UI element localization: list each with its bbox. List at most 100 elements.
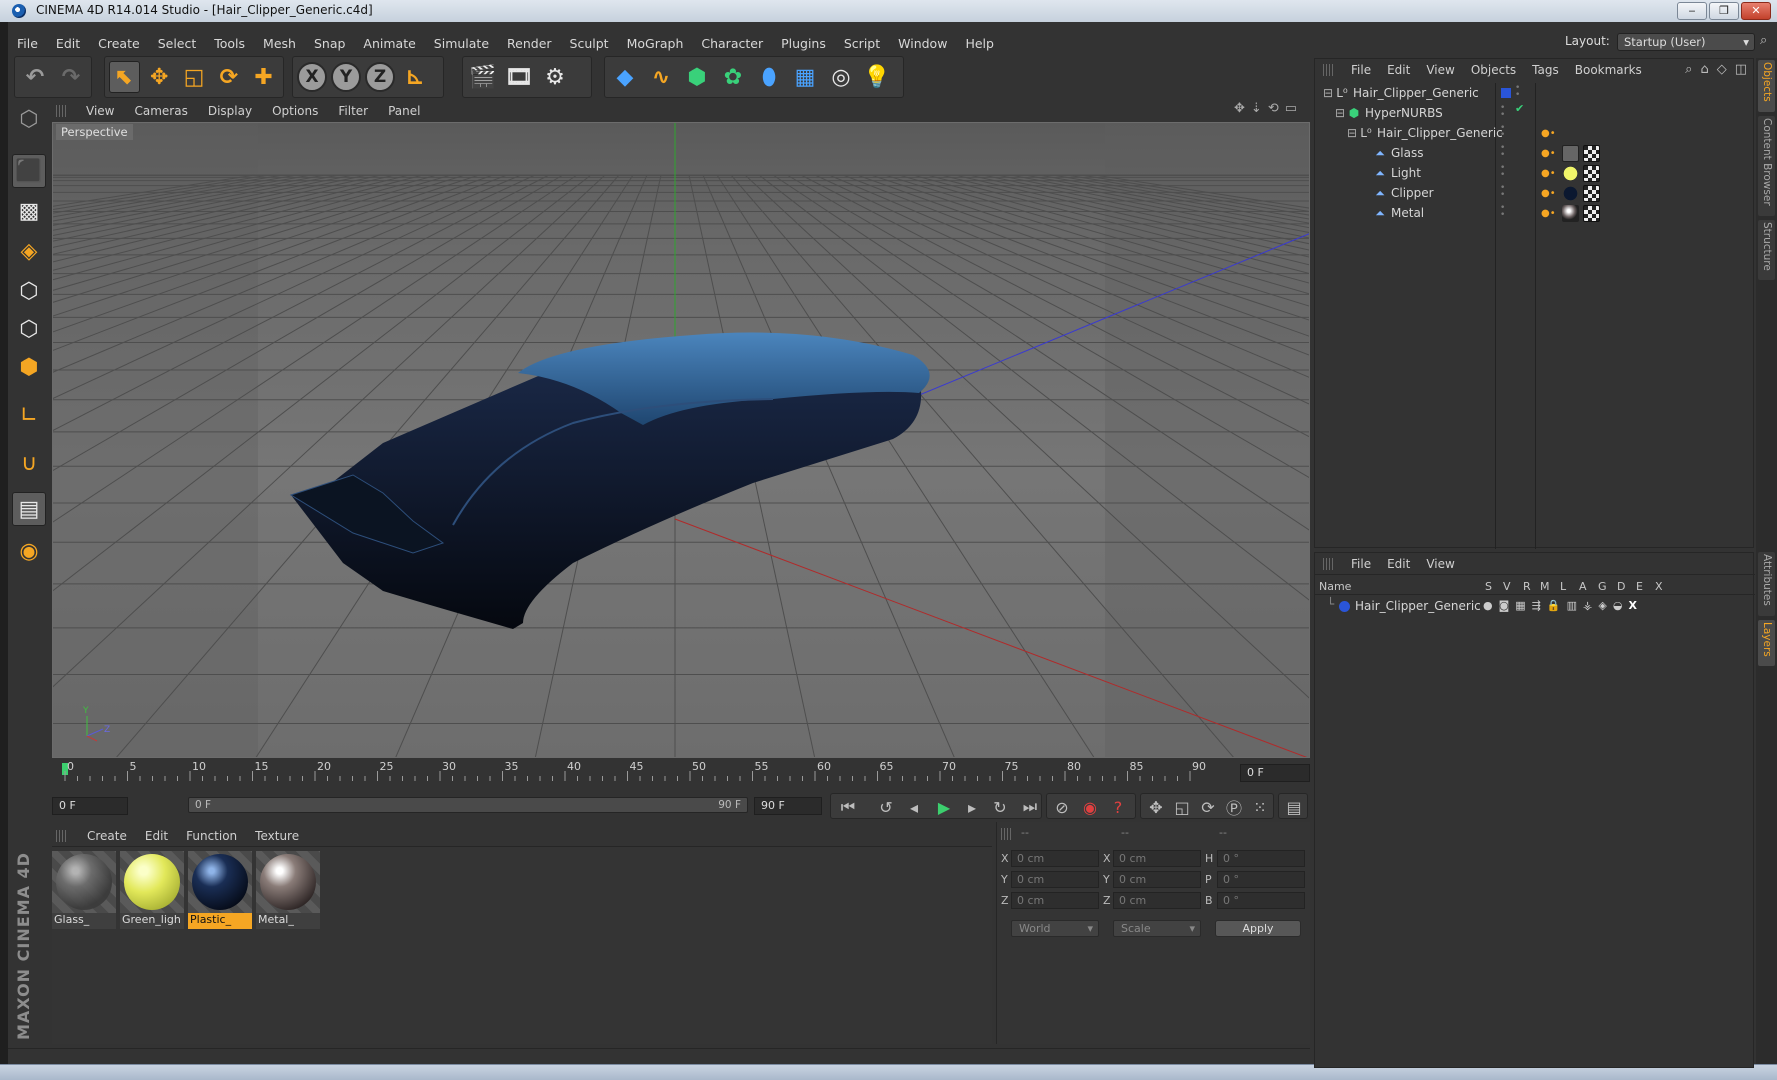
timeline-ruler[interactable]: 0 5 10 15 20 25 30 35 40 45 50 55 60 65 70 75 80 85 90 <box>52 759 1310 787</box>
animation-icon[interactable]: ▥ <box>1567 599 1577 612</box>
go-to-start-icon[interactable]: ⏮ <box>835 795 861 819</box>
deformers-icon[interactable]: ◈ <box>1598 599 1606 612</box>
orbit-icon[interactable]: ⟲ <box>1268 101 1279 119</box>
render-settings-icon[interactable]: ⚙ <box>539 61 571 93</box>
viewport-menu-cameras[interactable]: Cameras <box>124 104 197 118</box>
pan-icon[interactable]: ✥ <box>1234 101 1245 119</box>
z-axis-lock-button[interactable]: Z <box>365 62 395 92</box>
visibility-dots[interactable]: • • <box>1500 184 1514 201</box>
render-view-icon[interactable]: 🎬 <box>467 61 499 93</box>
keyframe-selection-icon[interactable]: ⊘ <box>1049 795 1075 819</box>
layers-menu-file[interactable]: File <box>1343 557 1379 571</box>
layers-menu-view[interactable]: View <box>1418 557 1462 571</box>
collapse-icon[interactable]: ⊟ <box>1321 86 1335 100</box>
material-menu-create[interactable]: Create <box>78 829 136 843</box>
menu-simulate[interactable]: Simulate <box>425 36 498 51</box>
menu-render[interactable]: Render <box>498 36 561 51</box>
rotate-icon[interactable]: ⟳ <box>213 61 244 93</box>
axis-mode-icon[interactable]: ∟ <box>12 398 46 432</box>
phong-tag-icon[interactable]: ●• <box>1541 185 1558 202</box>
menu-sculpt[interactable]: Sculpt <box>561 36 618 51</box>
visibility-dots[interactable]: • • <box>1500 164 1514 181</box>
scale-track-icon[interactable]: ◱ <box>1169 795 1195 819</box>
position-track-icon[interactable]: ✥ <box>1143 795 1169 819</box>
size-y-field[interactable]: 0 cm <box>1113 871 1201 888</box>
glass-material-tag-icon[interactable] <box>1562 145 1579 162</box>
apply-button[interactable]: Apply <box>1215 920 1301 937</box>
x-axis-lock-button[interactable]: X <box>297 62 327 92</box>
home-icon[interactable]: ⌂ <box>1700 62 1708 77</box>
lock-workplane-icon[interactable]: ▤ <box>12 492 46 526</box>
rotation-b-field[interactable]: 0 ° <box>1217 892 1305 909</box>
redo-icon[interactable]: ↷ <box>55 61 87 93</box>
undo-icon[interactable]: ↶ <box>19 61 51 93</box>
viewport-menu-panel[interactable]: Panel <box>378 104 430 118</box>
visibility-dots[interactable]: • • <box>1500 204 1514 221</box>
menu-file[interactable]: File <box>8 36 47 51</box>
rotation-track-icon[interactable]: ⟳ <box>1195 795 1221 819</box>
zoom-icon[interactable]: ⇣ <box>1251 101 1262 119</box>
collapse-icon[interactable]: ⊟ <box>1333 106 1347 120</box>
column-e[interactable]: E <box>1636 580 1643 593</box>
tab-structure[interactable]: Structure <box>1758 220 1775 280</box>
go-to-end-icon[interactable]: ⏭ <box>1017 795 1043 819</box>
size-mode-dropdown[interactable]: Scale ▾ <box>1113 920 1201 937</box>
material-green-light[interactable]: Green_ligh <box>120 851 184 929</box>
render-picture-viewer-icon[interactable]: 🎞 <box>503 61 535 93</box>
panel-grip-icon[interactable] <box>56 830 66 842</box>
texture-tag-icon[interactable] <box>1583 165 1600 182</box>
viewport-menu-display[interactable]: Display <box>198 104 262 118</box>
position-x-field[interactable]: 0 cm <box>1011 850 1099 867</box>
visibility-dots[interactable]: • • <box>1515 84 1529 101</box>
objects-menu-objects[interactable]: Objects <box>1463 63 1524 77</box>
tab-content-browser[interactable]: Content Browser <box>1758 116 1775 216</box>
phong-tag-icon[interactable]: ●• <box>1541 205 1558 222</box>
menu-tools[interactable]: Tools <box>205 36 254 51</box>
column-a[interactable]: A <box>1579 580 1587 593</box>
expressions-icon[interactable]: ◒ <box>1613 599 1623 612</box>
menu-script[interactable]: Script <box>835 36 889 51</box>
panel-grip-icon[interactable] <box>56 105 66 117</box>
material-menu-texture[interactable]: Texture <box>246 829 308 843</box>
texture-tag-icon[interactable] <box>1583 205 1600 222</box>
deformer-icon[interactable]: ⬮ <box>753 61 785 93</box>
layers-menu-edit[interactable]: Edit <box>1379 557 1418 571</box>
metal-material-tag-icon[interactable] <box>1562 205 1579 222</box>
scale-icon[interactable]: ◱ <box>179 61 210 93</box>
search-icon[interactable]: ⌕ <box>1685 62 1692 77</box>
tab-layers[interactable]: Layers <box>1758 620 1775 666</box>
material-menu-edit[interactable]: Edit <box>136 829 177 843</box>
column-r[interactable]: R <box>1523 580 1531 593</box>
layer-color-swatch[interactable] <box>1339 601 1350 612</box>
tweak-icon[interactable]: ◉ <box>12 534 46 568</box>
phong-tag-icon[interactable]: ●• <box>1541 145 1558 162</box>
rotation-p-field[interactable]: 0 ° <box>1217 871 1305 888</box>
column-x[interactable]: X <box>1655 580 1663 593</box>
lock-icon[interactable]: 🔒 <box>1547 599 1561 612</box>
size-z-field[interactable]: 0 cm <box>1113 892 1201 909</box>
tab-objects[interactable]: Objects <box>1758 60 1775 112</box>
parameter-track-icon[interactable]: Ⓟ <box>1221 795 1247 819</box>
minimize-button[interactable]: ‒ <box>1677 2 1707 20</box>
edges-mode-icon[interactable]: ⬡ <box>12 312 46 346</box>
visibility-dots[interactable]: • • <box>1500 144 1514 161</box>
solo-icon[interactable]: ● <box>1483 599 1493 612</box>
size-x-field[interactable]: 0 cm <box>1113 850 1201 867</box>
objects-menu-edit[interactable]: Edit <box>1379 63 1418 77</box>
viewport-menu-view[interactable]: View <box>76 104 124 118</box>
make-editable-icon[interactable]: ⬡ <box>12 102 46 136</box>
coordinate-space-dropdown[interactable]: World ▾ <box>1011 920 1099 937</box>
menu-plugins[interactable]: Plugins <box>772 36 835 51</box>
search-icon[interactable]: ⌕ <box>1760 33 1774 49</box>
column-l[interactable]: L <box>1560 580 1566 593</box>
view-icon[interactable]: ◙ <box>1499 599 1510 612</box>
move-icon[interactable]: ✥ <box>144 61 175 93</box>
tree-row[interactable]: ⊟ L⁰ Hair_Clipper_Generic • • <box>1315 83 1755 103</box>
layer-row[interactable]: └ Hair_Clipper_Generic ● ◙ ▦ ⇶ 🔒 ▥ ⚶ ◈ ◒… <box>1315 597 1755 615</box>
coordinate-system-icon[interactable]: ⊾ <box>399 61 431 93</box>
render-icon[interactable]: ▦ <box>1515 599 1525 612</box>
spline-icon[interactable]: ∿ <box>645 61 677 93</box>
restore-button[interactable]: ❐ <box>1709 2 1739 20</box>
cube-primitive-icon[interactable]: ◆ <box>609 61 641 93</box>
tree-row[interactable]: ⏶ Glass • • ●• <box>1315 143 1755 163</box>
